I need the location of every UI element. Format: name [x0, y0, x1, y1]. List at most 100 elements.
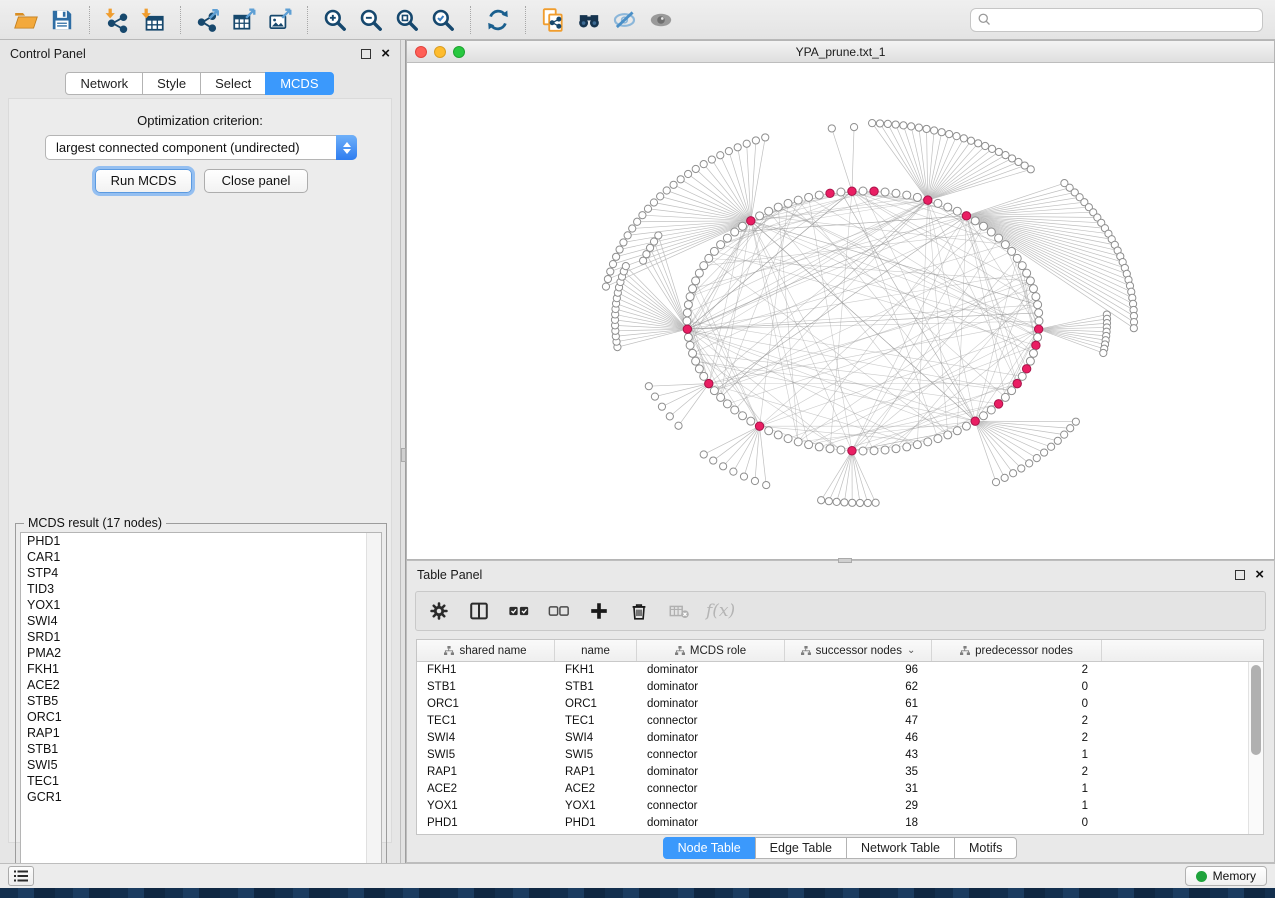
table-row[interactable]: ORC1ORC1dominator610 — [417, 696, 1263, 713]
delete-column-icon[interactable] — [626, 598, 652, 624]
table-cell: dominator — [637, 764, 785, 781]
memory-button[interactable]: Memory — [1185, 866, 1267, 886]
import-network-icon[interactable] — [99, 4, 135, 36]
mcds-result-item[interactable]: SWI4 — [21, 613, 381, 629]
network-canvas[interactable] — [407, 63, 1274, 559]
mcds-result-item[interactable]: PMA2 — [21, 645, 381, 661]
table-row[interactable]: PHD1PHD1dominator180 — [417, 815, 1263, 832]
select-all-columns-icon[interactable] — [506, 598, 532, 624]
table-row[interactable]: FKH1FKH1dominator962 — [417, 662, 1263, 679]
table-row[interactable]: ACE2ACE2connector311 — [417, 781, 1263, 798]
mcds-result-item[interactable]: TEC1 — [21, 773, 381, 789]
column-header-name[interactable]: name — [555, 640, 637, 661]
create-column-icon[interactable] — [586, 598, 612, 624]
mcds-result-item[interactable]: YOX1 — [21, 597, 381, 613]
mcds-result-item[interactable]: STP4 — [21, 565, 381, 581]
network-view-window: YPA_prune.txt_1 — [406, 40, 1275, 560]
mcds-result-item[interactable]: ACE2 — [21, 677, 381, 693]
import-table-icon[interactable] — [135, 4, 171, 36]
column-header-shared-name[interactable]: shared name — [417, 640, 555, 661]
zoom-in-icon[interactable] — [317, 4, 353, 36]
export-network-icon[interactable] — [190, 4, 226, 36]
column-header-predecessor-nodes[interactable]: predecessor nodes — [932, 640, 1102, 661]
table-row[interactable]: TEC1TEC1connector472 — [417, 713, 1263, 730]
mcds-list-scrollbar[interactable] — [366, 533, 381, 889]
mcds-result-item[interactable]: ORC1 — [21, 709, 381, 725]
float-panel-icon[interactable] — [1235, 570, 1245, 580]
open-file-icon[interactable] — [8, 4, 44, 36]
close-panel-icon[interactable]: × — [1255, 570, 1264, 580]
export-image-icon[interactable] — [262, 4, 298, 36]
table-row[interactable]: STB1STB1dominator620 — [417, 679, 1263, 696]
horizontal-splitter-grip[interactable] — [838, 558, 852, 563]
network-from-selection-icon[interactable] — [535, 4, 571, 36]
column-header-filler — [1102, 640, 1251, 661]
table-cell: 46 — [785, 730, 932, 747]
tab-node-table[interactable]: Node Table — [663, 837, 756, 859]
table-row[interactable]: RAP1RAP1dominator352 — [417, 764, 1263, 781]
tab-edge-table[interactable]: Edge Table — [755, 837, 847, 859]
task-history-button[interactable] — [8, 866, 34, 886]
show-columns-icon[interactable] — [466, 598, 492, 624]
table-cell: 43 — [785, 747, 932, 764]
apply-layout-icon[interactable] — [480, 4, 516, 36]
mcds-result-item[interactable]: RAP1 — [21, 725, 381, 741]
table-cell: 1 — [932, 781, 1102, 798]
table-cell: 0 — [932, 696, 1102, 713]
table-row[interactable]: SWI4SWI4dominator462 — [417, 730, 1263, 747]
first-neighbors-icon[interactable] — [571, 4, 607, 36]
table-scrollbar[interactable] — [1248, 662, 1263, 834]
mcds-result-list[interactable]: PHD1CAR1STP4TID3YOX1SWI4SRD1PMA2FKH1ACE2… — [20, 532, 382, 890]
hide-selected-icon[interactable] — [607, 4, 643, 36]
zoom-fit-icon[interactable] — [389, 4, 425, 36]
mcds-result-group: MCDS result (17 nodes) PHD1CAR1STP4TID3Y… — [15, 523, 387, 895]
delete-table-icon[interactable] — [666, 598, 692, 624]
unselect-all-columns-icon[interactable] — [546, 598, 572, 624]
save-session-icon[interactable] — [44, 4, 80, 36]
network-window-titlebar[interactable]: YPA_prune.txt_1 — [407, 41, 1274, 63]
close-panel-icon[interactable]: × — [381, 49, 390, 59]
tab-network-table[interactable]: Network Table — [846, 837, 955, 859]
search-input[interactable] — [970, 8, 1263, 32]
control-panel-header: Control Panel × — [0, 40, 400, 68]
table-row[interactable]: YOX1YOX1connector291 — [417, 798, 1263, 815]
mcds-result-item[interactable]: GCR1 — [21, 789, 381, 805]
toolbar-separator — [307, 6, 308, 34]
float-panel-icon[interactable] — [361, 49, 371, 59]
function-builder-icon[interactable]: f(x) — [706, 601, 735, 621]
mcds-result-item[interactable]: CAR1 — [21, 549, 381, 565]
select-stepper-icon — [336, 135, 357, 160]
close-window-icon[interactable] — [415, 46, 427, 58]
mcds-result-item[interactable]: STB5 — [21, 693, 381, 709]
mcds-result-item[interactable]: SWI5 — [21, 757, 381, 773]
table-scrollbar-thumb[interactable] — [1251, 665, 1261, 755]
zoom-out-icon[interactable] — [353, 4, 389, 36]
table-settings-icon[interactable] — [426, 598, 452, 624]
mcds-result-item[interactable]: TID3 — [21, 581, 381, 597]
column-header-successor-nodes[interactable]: successor nodes⌄ — [785, 640, 932, 661]
close-panel-button[interactable]: Close panel — [204, 169, 308, 193]
tab-mcds[interactable]: MCDS — [265, 72, 333, 95]
tab-style[interactable]: Style — [142, 72, 201, 95]
column-type-icon — [801, 646, 811, 656]
column-header-MCDS-role[interactable]: MCDS role — [637, 640, 785, 661]
zoom-selected-icon[interactable] — [425, 4, 461, 36]
tab-select[interactable]: Select — [200, 72, 266, 95]
mcds-result-item[interactable]: SRD1 — [21, 629, 381, 645]
tab-network[interactable]: Network — [65, 72, 143, 95]
minimize-window-icon[interactable] — [434, 46, 446, 58]
table-body: FKH1FKH1dominator962STB1STB1dominator620… — [417, 662, 1263, 832]
table-cell: dominator — [637, 815, 785, 832]
search-field-wrap — [970, 8, 1263, 32]
tab-motifs[interactable]: Motifs — [954, 837, 1017, 859]
run-mcds-button[interactable]: Run MCDS — [95, 169, 192, 193]
export-table-icon[interactable] — [226, 4, 262, 36]
maximize-window-icon[interactable] — [453, 46, 465, 58]
show-all-icon[interactable] — [643, 4, 679, 36]
mcds-result-item[interactable]: PHD1 — [21, 533, 381, 549]
mcds-result-item[interactable]: FKH1 — [21, 661, 381, 677]
criterion-select[interactable]: largest connected component (undirected) — [45, 135, 357, 160]
mcds-result-item[interactable]: STB1 — [21, 741, 381, 757]
table-row[interactable]: SWI5SWI5connector431 — [417, 747, 1263, 764]
table-cell: 2 — [932, 662, 1102, 679]
